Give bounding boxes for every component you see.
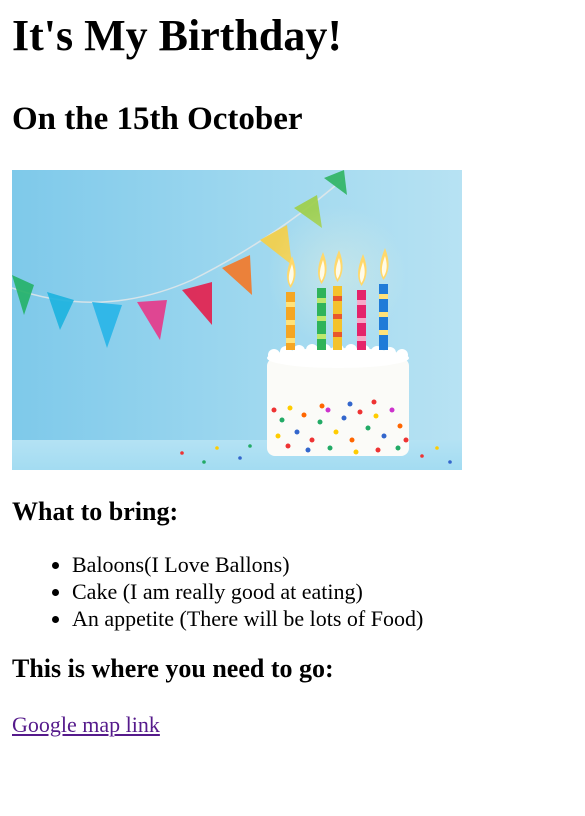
- page: It's My Birthday! On the 15th October Wh…: [0, 10, 585, 739]
- bring-list: Baloons(I Love Ballons) Cake (I am reall…: [12, 551, 573, 632]
- directions-heading: This is where you need to go:: [12, 654, 334, 683]
- page-title: It's My Birthday!: [12, 11, 342, 60]
- page-subtitle: On the 15th October: [12, 101, 303, 137]
- list-item: Baloons(I Love Ballons): [72, 551, 573, 578]
- list-item: Cake (I am really good at eating): [72, 578, 573, 605]
- what-to-bring-heading: What to bring:: [12, 497, 179, 526]
- birthday-cake-image: [12, 170, 462, 470]
- list-item: An appetite (There will be lots of Food): [72, 605, 573, 632]
- google-map-link[interactable]: Google map link: [12, 711, 160, 739]
